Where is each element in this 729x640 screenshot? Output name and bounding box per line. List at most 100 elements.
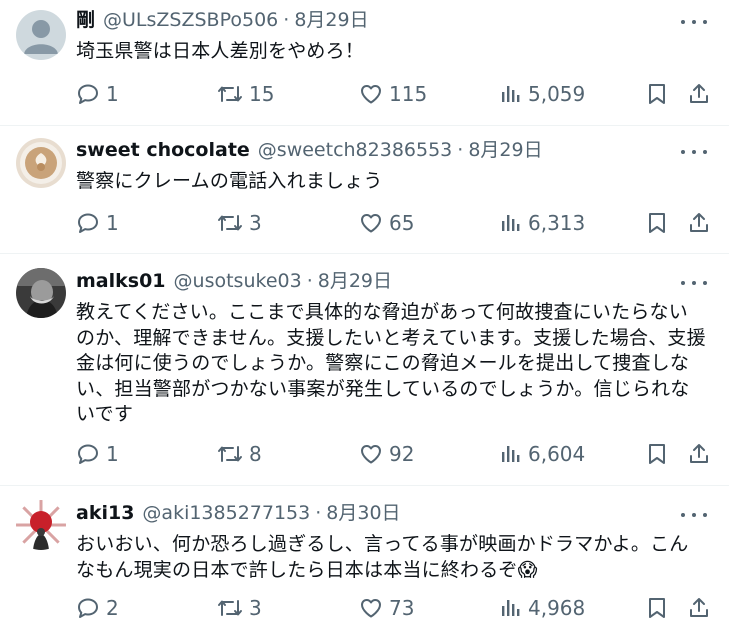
share-button[interactable]	[687, 79, 711, 109]
tweet[interactable]: 剛 @ULsZSZSBPo506 · 8月29日 埼玉県警は日本人差別をやめろ！…	[0, 0, 729, 126]
like-button[interactable]: 65	[359, 208, 414, 238]
more-options-icon[interactable]	[681, 273, 707, 293]
more-options-icon[interactable]	[681, 12, 707, 32]
reply-button[interactable]: 1	[76, 79, 119, 109]
views-icon	[502, 600, 520, 616]
bookmark-icon	[649, 213, 665, 233]
reply-button[interactable]: 1	[76, 439, 119, 469]
retweet-button[interactable]: 8	[217, 439, 262, 469]
timestamp[interactable]: 8月30日	[326, 501, 400, 525]
more-options-icon[interactable]	[681, 142, 707, 162]
retweet-button[interactable]: 3	[217, 593, 262, 623]
views-button[interactable]: 5,059	[500, 79, 585, 109]
reply-icon	[78, 84, 98, 104]
heart-icon	[361, 599, 381, 618]
timestamp[interactable]: 8月29日	[294, 8, 368, 32]
tweet-text: おいおい、何か恐ろし過ぎるし、言ってる事が映画かドラマかよ。こんなもん現実の日本…	[76, 533, 689, 581]
bookmark-button[interactable]	[646, 79, 668, 109]
retweet-button[interactable]: 3	[217, 208, 262, 238]
like-button[interactable]: 115	[359, 79, 427, 109]
share-icon	[690, 444, 708, 463]
user-handle[interactable]: @aki1385277153	[142, 501, 310, 525]
reply-count: 1	[106, 442, 119, 466]
separator: ·	[315, 502, 322, 524]
retweet-count: 8	[249, 442, 262, 466]
view-count: 6,604	[528, 442, 586, 466]
reply-count: 1	[106, 211, 119, 235]
timestamp[interactable]: 8月29日	[318, 269, 392, 293]
bookmark-icon	[649, 598, 665, 618]
display-name[interactable]: sweet chocolate	[76, 138, 250, 162]
avatar[interactable]	[16, 500, 66, 550]
reply-button[interactable]: 1	[76, 208, 119, 238]
reply-button[interactable]: 2	[76, 593, 119, 623]
share-button[interactable]	[687, 593, 711, 623]
bookmark-button[interactable]	[646, 208, 668, 238]
like-count: 92	[389, 442, 415, 466]
action-bar: 1 3 65 6,313	[76, 208, 711, 238]
action-bar: 2 3 73 4,968	[76, 593, 711, 623]
tweet-text: 埼玉県警は日本人差別をやめろ！	[76, 40, 365, 62]
tweet[interactable]: malks01 @usotsuke03 · 8月29日 教えてください。ここまで…	[0, 254, 729, 486]
bookmark-icon	[649, 84, 665, 104]
avatar[interactable]	[16, 10, 66, 60]
views-button[interactable]: 4,968	[500, 593, 585, 623]
avatar[interactable]	[16, 268, 66, 318]
view-count: 4,968	[528, 596, 586, 620]
retweet-icon	[218, 215, 242, 231]
separator: ·	[457, 139, 464, 161]
share-button[interactable]	[687, 208, 711, 238]
latte-art-avatar	[16, 138, 66, 188]
retweet-icon	[218, 600, 242, 616]
bookmark-icon	[649, 444, 665, 464]
user-handle[interactable]: @usotsuke03	[174, 269, 302, 293]
like-button[interactable]: 92	[359, 439, 414, 469]
user-handle[interactable]: @ULsZSZSBPo506	[103, 8, 278, 32]
default-avatar-icon	[16, 10, 66, 60]
like-button[interactable]: 73	[359, 593, 414, 623]
timestamp[interactable]: 8月29日	[468, 138, 542, 162]
tweet-header: sweet chocolate @sweetch82386553 · 8月29日	[76, 138, 669, 162]
like-count: 73	[389, 596, 415, 620]
user-handle[interactable]: @sweetch82386553	[258, 138, 452, 162]
display-name[interactable]: malks01	[76, 269, 166, 293]
reply-icon	[78, 213, 98, 233]
separator: ·	[306, 270, 313, 292]
display-name[interactable]: 剛	[76, 8, 95, 32]
views-button[interactable]: 6,604	[500, 439, 585, 469]
reply-icon	[78, 598, 98, 618]
share-icon	[690, 598, 708, 617]
tweet[interactable]: sweet chocolate @sweetch82386553 · 8月29日…	[0, 126, 729, 254]
share-icon	[690, 84, 708, 103]
share-button[interactable]	[687, 439, 711, 469]
tweet-text: 警察にクレームの電話入れましょう	[76, 170, 383, 192]
bookmark-button[interactable]	[646, 439, 668, 469]
heart-icon	[361, 445, 381, 464]
separator: ·	[283, 9, 290, 31]
avatar[interactable]	[16, 138, 66, 188]
retweet-count: 3	[249, 211, 262, 235]
retweet-count: 3	[249, 596, 262, 620]
rising-sun-avatar	[16, 500, 66, 550]
bookmark-button[interactable]	[646, 593, 668, 623]
views-icon	[502, 446, 520, 462]
tweet-header: malks01 @usotsuke03 · 8月29日	[76, 269, 669, 293]
views-button[interactable]: 6,313	[500, 208, 585, 238]
tweet-header: 剛 @ULsZSZSBPo506 · 8月29日	[76, 8, 669, 32]
portrait-avatar	[16, 268, 66, 318]
retweet-count: 15	[249, 82, 275, 106]
action-bar: 1 15 115 5,059	[76, 79, 711, 109]
tweet-text: 教えてください。ここまで具体的な脅迫があって何故捜査にいたらないのか、理解できま…	[76, 301, 706, 425]
reply-count: 1	[106, 82, 119, 106]
like-count: 65	[389, 211, 415, 235]
more-options-icon[interactable]	[681, 505, 707, 525]
retweet-button[interactable]: 15	[217, 79, 274, 109]
tweet[interactable]: aki13 @aki1385277153 · 8月30日 おいおい、何か恐ろし過…	[0, 486, 729, 640]
heart-icon	[361, 214, 381, 233]
views-icon	[502, 215, 520, 231]
tweet-header: aki13 @aki1385277153 · 8月30日	[76, 501, 669, 525]
retweet-icon	[218, 446, 242, 462]
reply-icon	[78, 444, 98, 464]
display-name[interactable]: aki13	[76, 501, 134, 525]
view-count: 6,313	[528, 211, 586, 235]
